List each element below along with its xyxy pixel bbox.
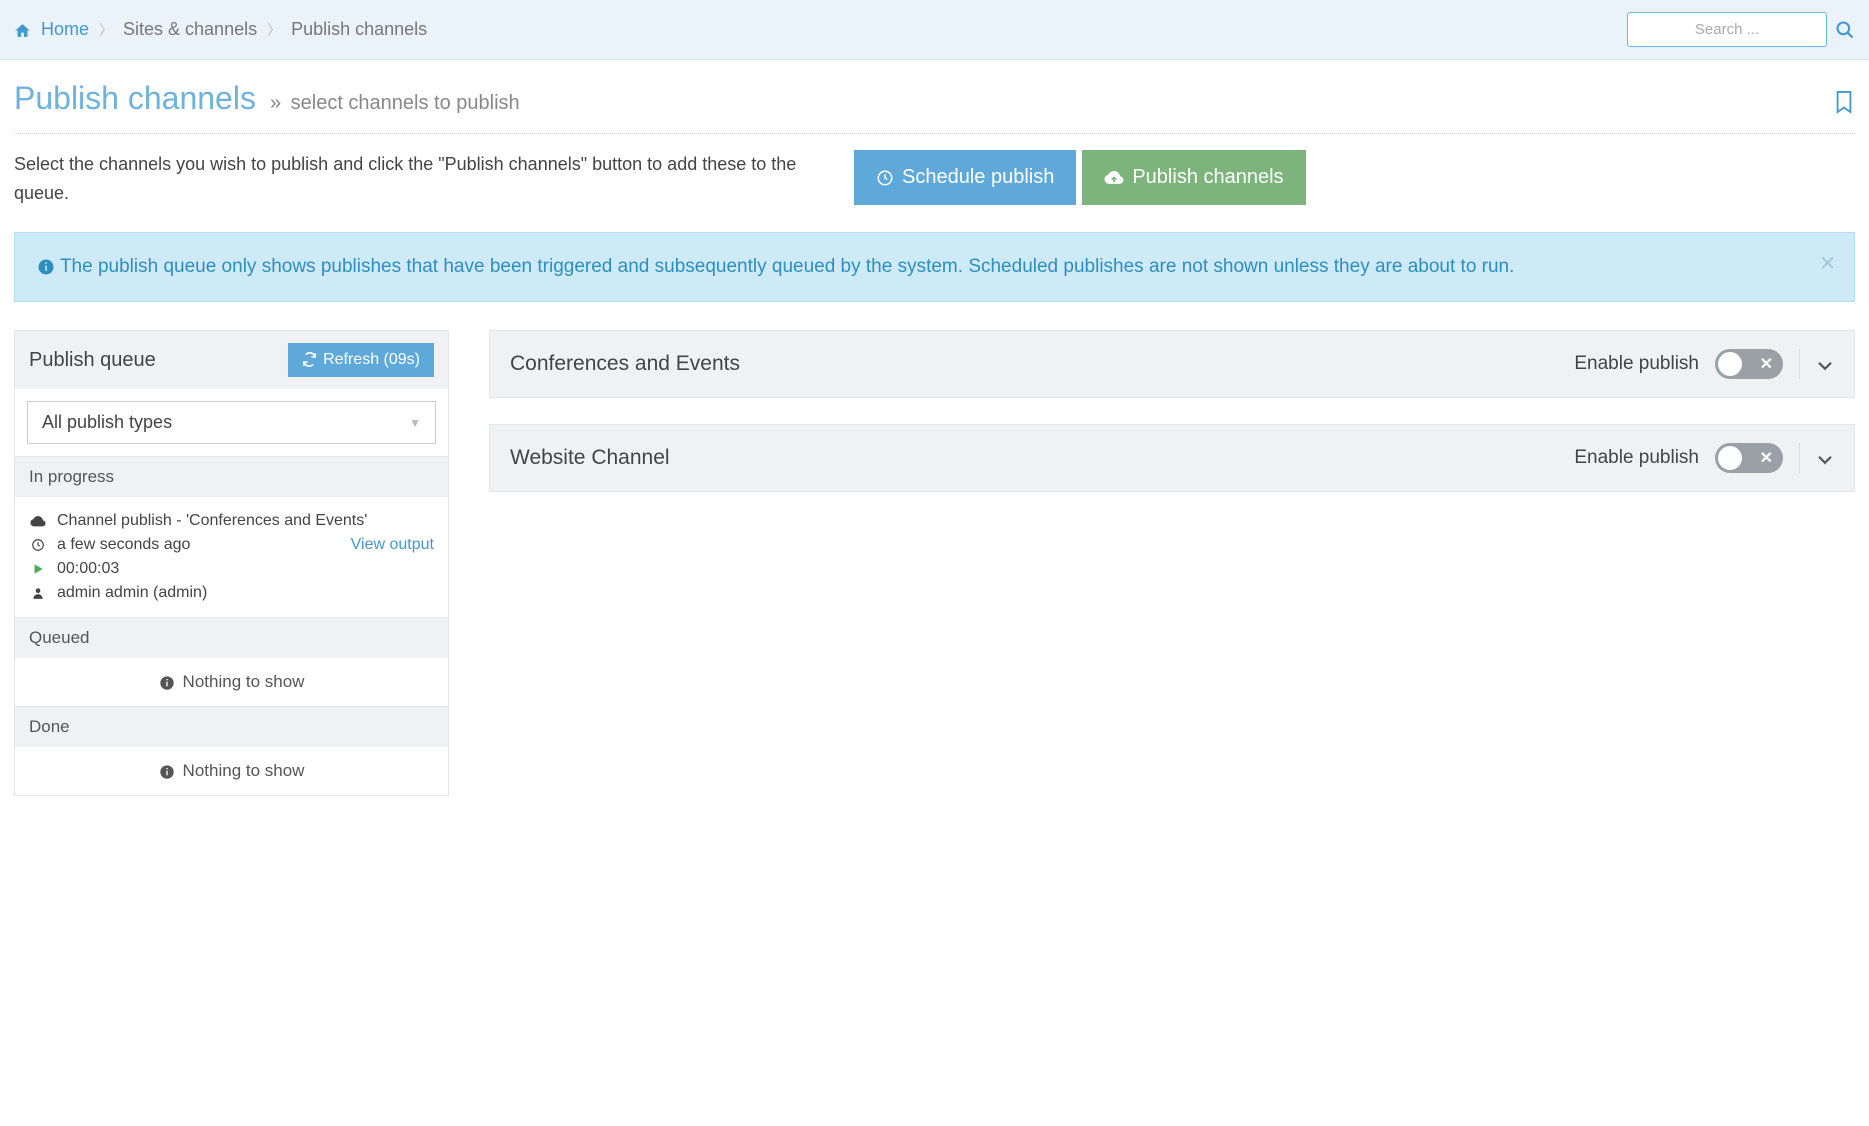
info-icon [37, 256, 60, 277]
caret-down-icon: ▼ [409, 416, 421, 430]
info-alert: The publish queue only shows publishes t… [14, 232, 1855, 303]
page-title: Publish channels [14, 80, 256, 117]
chevron-right-icon: 〉 [267, 20, 281, 40]
schedule-publish-button[interactable]: Schedule publish [854, 150, 1076, 205]
breadcrumb: Home 〉 Sites & channels 〉 Publish channe… [0, 0, 1869, 60]
queue-item: Channel publish - 'Conferences and Event… [15, 497, 448, 617]
cloud-upload-icon [1104, 166, 1124, 189]
chevron-down-icon[interactable] [1816, 448, 1834, 469]
panel-title: Publish queue [29, 349, 278, 372]
page-subtitle: » select channels to publish [270, 92, 520, 115]
publish-queue-panel: Publish queue Refresh (09s) All publish … [14, 330, 449, 796]
page-description: Select the channels you wish to publish … [14, 150, 834, 208]
section-done: Done [15, 706, 448, 747]
publish-type-filter[interactable]: All publish types ▼ [27, 401, 436, 444]
channel-row: Conferences and Events Enable publish ✕ [489, 330, 1855, 398]
clock-icon [876, 166, 894, 189]
bookmark-icon[interactable] [1833, 85, 1855, 116]
chevron-down-icon[interactable] [1816, 354, 1834, 375]
divider [1799, 443, 1800, 473]
user-icon [29, 584, 47, 602]
view-output-link[interactable]: View output [351, 536, 434, 554]
play-icon [29, 560, 47, 578]
section-in-progress: In progress [15, 456, 448, 497]
chevron-double-right-icon: » [270, 92, 281, 114]
queue-item-elapsed: 00:00:03 [57, 560, 119, 578]
empty-state: Nothing to show [15, 747, 448, 795]
queue-item-user: admin admin (admin) [57, 584, 207, 602]
close-icon: ✕ [1760, 354, 1773, 374]
breadcrumb-home[interactable]: Home [41, 19, 89, 40]
section-queued: Queued [15, 617, 448, 658]
breadcrumb-sites[interactable]: Sites & channels [123, 19, 257, 40]
chevron-right-icon: 〉 [99, 20, 113, 40]
search-input[interactable] [1627, 12, 1827, 47]
channel-name: Website Channel [510, 446, 1558, 470]
divider [1799, 349, 1800, 379]
page-header: Publish channels » select channels to pu… [14, 80, 1855, 134]
search-icon[interactable] [1835, 18, 1855, 41]
publish-channels-button[interactable]: Publish channels [1082, 150, 1305, 205]
channel-name: Conferences and Events [510, 352, 1558, 376]
clock-icon [29, 536, 47, 554]
cloud-icon [29, 512, 47, 530]
queue-item-title: Channel publish - 'Conferences and Event… [57, 512, 367, 530]
refresh-icon [302, 351, 317, 369]
empty-state: Nothing to show [15, 658, 448, 706]
enable-publish-label: Enable publish [1574, 353, 1699, 375]
breadcrumb-current: Publish channels [291, 19, 427, 40]
info-icon [159, 761, 175, 781]
channel-row: Website Channel Enable publish ✕ [489, 424, 1855, 492]
enable-publish-toggle[interactable]: ✕ [1715, 443, 1783, 473]
home-icon[interactable] [14, 19, 31, 40]
enable-publish-label: Enable publish [1574, 447, 1699, 469]
close-icon[interactable]: ✕ [1819, 251, 1836, 276]
info-icon [159, 672, 175, 692]
refresh-button[interactable]: Refresh (09s) [288, 343, 434, 377]
enable-publish-toggle[interactable]: ✕ [1715, 349, 1783, 379]
close-icon: ✕ [1760, 448, 1773, 468]
queue-item-time-ago: a few seconds ago [57, 536, 190, 554]
